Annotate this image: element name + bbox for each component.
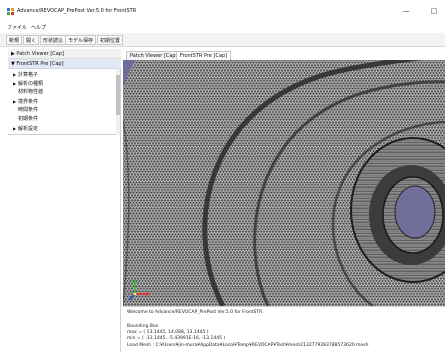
maximize-button[interactable]: □	[427, 4, 441, 18]
tree-panel: ▶ Patch Viewer [Cap] ▼ FrontSTR Pre [Cap…	[8, 49, 121, 352]
save-model-button[interactable]: モデル保存	[65, 35, 97, 45]
open-button[interactable]: 開く	[23, 35, 40, 45]
tree-item-boundary[interactable]: ▶ 境界条件	[13, 97, 38, 106]
tree-item-analysis-type[interactable]: ▶ 解析の種類	[13, 79, 43, 88]
tree-scrollbar[interactable]	[116, 69, 120, 135]
console-line: min = ( -13.1445, -5.43991E-16, -13.1445…	[127, 336, 226, 341]
toolbar: 新規 開く 形状読込 モデル保存 初期位置	[0, 33, 445, 47]
new-button[interactable]: 新規	[6, 35, 23, 45]
tree-header-patch-viewer[interactable]: ▶ Patch Viewer [Cap]	[8, 49, 121, 59]
minimize-button[interactable]: —	[400, 4, 412, 18]
load-shape-button[interactable]: 形状読込	[40, 35, 67, 45]
tree-item-label: 材料物性値	[18, 89, 44, 95]
bore-face	[394, 185, 436, 239]
tree-item-label: 計算格子	[18, 72, 39, 78]
tree-item-label: 初期条件	[18, 116, 39, 122]
mesh-viewport[interactable]	[123, 60, 445, 306]
tab-patch-viewer[interactable]: Patch Viewer [Cap]	[126, 51, 182, 60]
initial-position-button[interactable]: 初期位置	[97, 35, 124, 45]
tree-scroll-thumb[interactable]	[116, 75, 120, 115]
tree-item-initial[interactable]: 初期条件	[18, 115, 38, 124]
console-line: Bounding Box	[127, 324, 159, 329]
tree-item-label: 解析の種類	[18, 81, 44, 87]
console-line: Load Mesh : C:¥Users¥jin-mura¥AppData¥Lo…	[127, 343, 369, 348]
menu-file[interactable]: ファイル	[7, 24, 27, 31]
tree-list: ▶ 計算格子 ▶ 解析の種類 材料物性値 ▶ 境界条件 時間条件 初期条件 ▶ 解析設定	[8, 69, 121, 135]
viewport-tabs: Patch Viewer [Cap] FrontSTR Pre [Cap]	[123, 49, 445, 60]
app-icon	[7, 8, 14, 15]
console-line: Welcome to Advance/REVOCAP_PrePost Ver.5…	[127, 310, 264, 315]
menu-bar: ファイル ヘルプ	[0, 22, 445, 33]
tree-item-label: 時間条件	[18, 107, 39, 113]
tree-item-mesh[interactable]: ▶ 計算格子	[13, 70, 38, 79]
window-title: Advance/REVOCAP_PrePost Ver.5.0 for Fron…	[17, 8, 137, 14]
tree-item-label: 境界条件	[18, 99, 39, 105]
tree-item-analysis-settings[interactable]: ▶ 解析設定	[13, 124, 38, 133]
console-output: Welcome to Advance/REVOCAP_PrePost Ver.5…	[123, 306, 445, 352]
mesh-render	[123, 60, 445, 306]
menu-help[interactable]: ヘルプ	[31, 24, 46, 31]
console-line: max = ( 13.1445, 14.088, 13.1445 )	[127, 330, 209, 335]
tree-item-time[interactable]: 時間条件	[18, 106, 38, 115]
title-bar: Advance/REVOCAP_PrePost Ver.5.0 for Fron…	[0, 0, 445, 22]
tree-item-label: 解析設定	[18, 126, 39, 132]
tab-frontstr-pre[interactable]: FrontSTR Pre [Cap]	[176, 51, 232, 60]
tree-header-frontstr-pre[interactable]: ▼ FrontSTR Pre [Cap]	[8, 59, 121, 69]
tree-item-material[interactable]: 材料物性値	[18, 88, 43, 97]
